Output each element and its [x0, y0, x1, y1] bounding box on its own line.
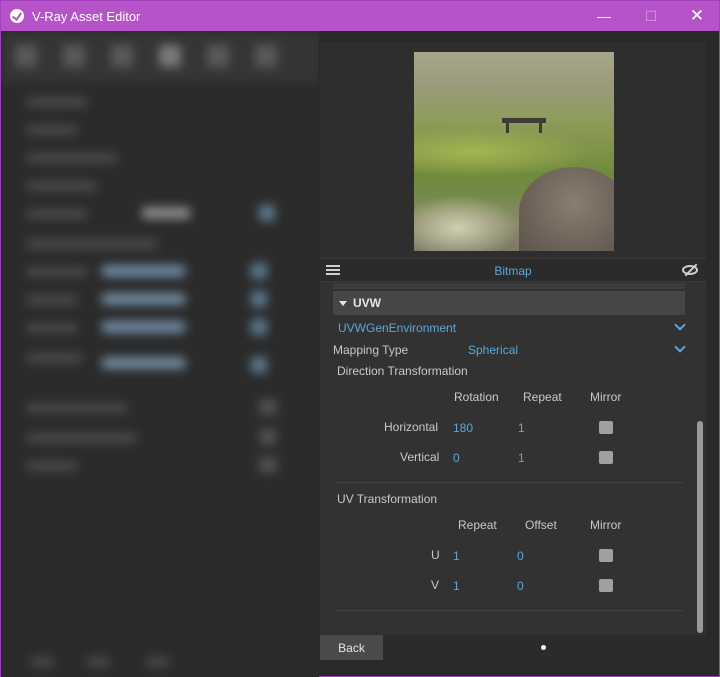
blurred-check — [259, 205, 275, 221]
divider — [335, 610, 683, 611]
picnic-table-shape — [502, 118, 546, 133]
mirror-header: Mirror — [590, 390, 622, 404]
blurred-row — [27, 353, 82, 363]
u-offset-field[interactable]: 0 — [517, 549, 524, 563]
toolbar-icon — [111, 45, 133, 67]
blurred-slider — [101, 265, 186, 277]
blurred-check — [251, 263, 267, 279]
blurred-row — [27, 239, 157, 249]
vertical-rotation-field[interactable]: 0 — [453, 451, 460, 465]
blurred-row — [27, 267, 87, 277]
asset-properties-panel: Bitmap UVW UVWGenEnvironment Mapping Typ… — [320, 42, 706, 660]
close-button[interactable]: ✕ — [674, 1, 720, 31]
v-label: V — [431, 578, 440, 592]
vray-logo-icon — [10, 9, 24, 23]
blurred-row — [27, 125, 77, 135]
blurred-row — [27, 433, 137, 443]
preview-area — [320, 42, 706, 258]
horizontal-label: Horizontal — [384, 420, 439, 434]
blurred-content — [1, 31, 319, 677]
direction-transformation-title: Direction Transformation — [337, 364, 468, 378]
v-mirror-checkbox[interactable] — [599, 579, 613, 592]
blurred-slider — [101, 293, 186, 305]
uv-mirror-header: Mirror — [590, 518, 622, 532]
blurred-field — [141, 207, 191, 219]
uv-transformation-title: UV Transformation — [337, 492, 438, 506]
blurred-row — [27, 461, 77, 471]
blurred-row — [27, 323, 77, 333]
footer-bar: Back — [320, 635, 706, 660]
blurred-box — [259, 429, 277, 445]
blurred-check — [251, 291, 267, 307]
blurred-slider — [101, 357, 186, 369]
blurred-check — [251, 357, 267, 373]
uv-offset-header: Offset — [525, 518, 557, 532]
triangle-down-icon — [339, 300, 347, 306]
blurred-check — [251, 319, 267, 335]
blurred-slider — [101, 321, 186, 333]
blurred-row — [27, 295, 77, 305]
uv-repeat-header: Repeat — [458, 518, 497, 532]
asset-type-label: Bitmap — [494, 264, 532, 278]
u-repeat-field[interactable]: 1 — [453, 549, 460, 563]
toolbar-icon — [159, 45, 181, 67]
horizontal-rotation-field[interactable]: 180 — [453, 421, 473, 435]
window-title: V-Ray Asset Editor — [32, 8, 141, 24]
minimize-button[interactable]: — — [581, 1, 627, 31]
v-offset-field[interactable]: 0 — [517, 579, 524, 593]
toolbar-icon — [63, 45, 85, 67]
page-indicator-dot — [541, 645, 546, 650]
toolbar-icon — [207, 45, 229, 67]
eye-off-icon[interactable] — [682, 265, 698, 275]
asset-toolbar — [1, 31, 319, 83]
repeat-header: Repeat — [523, 390, 562, 404]
vertical-label: Vertical — [400, 450, 440, 464]
blurred-row — [31, 657, 53, 667]
title-bar: V-Ray Asset Editor — ☐ ✕ — [1, 1, 719, 31]
blurred-row — [27, 97, 87, 107]
toolbar-icon — [255, 45, 277, 67]
horizontal-mirror-checkbox[interactable] — [599, 421, 613, 434]
chevron-down-icon[interactable] — [674, 341, 686, 353]
asset-header-bar: Bitmap — [320, 258, 706, 282]
horizontal-repeat-field[interactable]: 1 — [518, 421, 525, 435]
vray-asset-editor-window: V-Ray Asset Editor — ☐ ✕ Bitmap UVW UVWG… — [0, 0, 720, 677]
blurred-box — [259, 457, 277, 473]
uvw-section-title: UVW — [353, 296, 381, 310]
mapping-type-dropdown[interactable]: Spherical — [468, 343, 518, 357]
blurred-row — [27, 403, 127, 413]
uvw-section-header[interactable]: UVW — [333, 291, 685, 315]
v-repeat-field[interactable]: 1 — [453, 579, 460, 593]
blurred-row — [27, 209, 87, 219]
asset-list-panel-blurred — [1, 31, 319, 677]
blurred-row — [87, 657, 109, 667]
mapping-type-label: Mapping Type — [333, 343, 409, 357]
blurred-box — [259, 399, 277, 415]
back-button[interactable]: Back — [320, 635, 383, 660]
maximize-button[interactable]: ☐ — [628, 1, 674, 31]
blurred-row — [147, 657, 169, 667]
rotation-header: Rotation — [454, 390, 499, 404]
blurred-row — [27, 181, 97, 191]
chevron-down-icon[interactable] — [674, 319, 686, 331]
properties-scrollbar[interactable] — [697, 421, 703, 633]
u-mirror-checkbox[interactable] — [599, 549, 613, 562]
divider — [335, 482, 683, 483]
u-label: U — [431, 548, 440, 562]
uvw-generator-dropdown[interactable]: UVWGenEnvironment — [338, 321, 456, 335]
blurred-row — [27, 153, 117, 163]
vertical-repeat-field[interactable]: 1 — [518, 451, 525, 465]
bitmap-preview-image — [414, 52, 614, 251]
vertical-mirror-checkbox[interactable] — [599, 451, 613, 464]
properties-scroll-area: UVW UVWGenEnvironment Mapping Type Spher… — [320, 283, 706, 635]
toolbar-icon — [15, 45, 37, 67]
